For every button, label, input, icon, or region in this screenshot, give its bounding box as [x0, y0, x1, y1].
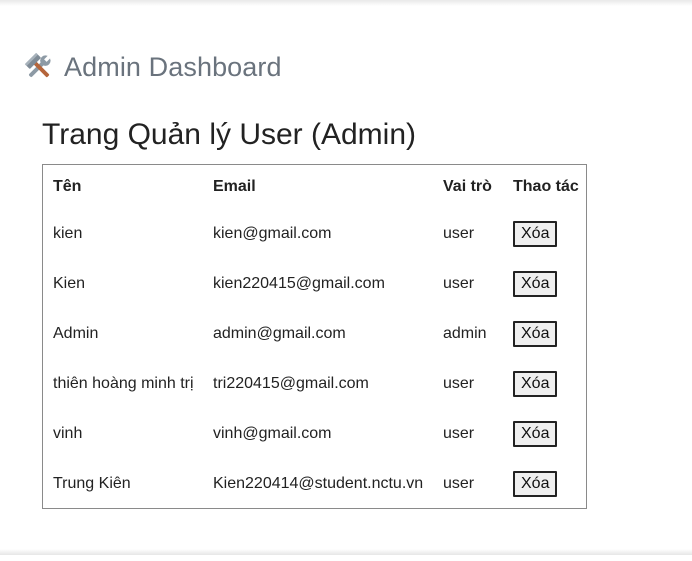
user-email-cell: tri220415@gmail.com — [213, 375, 369, 392]
table-row: kien kien@gmail.com user Xóa — [43, 209, 586, 259]
column-header-email: Email — [213, 178, 256, 195]
user-role-cell: user — [443, 425, 475, 442]
action-cell: Xóa — [503, 459, 586, 509]
delete-user-button[interactable]: Xóa — [513, 421, 558, 447]
user-email-cell: Kien220414@student.nctu.vn — [213, 475, 424, 492]
column-header-name: Tên — [53, 178, 82, 195]
user-role-cell: user — [443, 225, 475, 242]
user-name-cell: thiên hoàng minh trị — [53, 375, 194, 392]
action-cell: Xóa — [503, 409, 586, 459]
action-cell: Xóa — [503, 259, 586, 309]
dashboard-title: Admin Dashboard — [64, 51, 282, 82]
table-row: Trung Kiên Kien220414@student.nctu.vn us… — [43, 459, 586, 509]
action-cell: Xóa — [503, 309, 586, 359]
page-title: Trang Quản lý User (Admin) — [42, 118, 417, 151]
table-row: thiên hoàng minh trị tri220415@gmail.com… — [43, 359, 586, 409]
column-header-action: Thao tác — [513, 178, 579, 195]
user-role-cell: user — [443, 475, 475, 492]
table-row: Admin admin@gmail.com admin Xóa — [43, 309, 586, 359]
action-cell: Xóa — [503, 359, 586, 409]
user-table: Tên Email Vai trò Thao tác kien kien@gma… — [43, 165, 586, 509]
user-role-cell: admin — [443, 325, 487, 342]
user-role-cell: user — [443, 375, 475, 392]
user-name-cell: Kien — [53, 275, 86, 292]
user-email-cell: kien@gmail.com — [213, 225, 332, 242]
table-header-row: Tên Email Vai trò Thao tác — [43, 165, 586, 209]
dashboard-header: Admin Dashboard — [24, 50, 282, 84]
column-header-role: Vai trò — [443, 178, 492, 195]
user-email-cell: kien220415@gmail.com — [213, 275, 385, 292]
top-divider — [0, 0, 692, 6]
user-email-cell: admin@gmail.com — [213, 325, 346, 342]
table-row: vinh vinh@gmail.com user Xóa — [43, 409, 586, 459]
delete-user-button[interactable]: Xóa — [513, 221, 558, 247]
user-role-cell: user — [443, 275, 475, 292]
delete-user-button[interactable]: Xóa — [513, 271, 558, 297]
hammer-and-wrench-icon — [24, 52, 54, 82]
user-name-cell: Admin — [53, 325, 99, 342]
user-email-cell: vinh@gmail.com — [213, 425, 332, 442]
action-cell: Xóa — [503, 209, 586, 259]
user-name-cell: Trung Kiên — [53, 475, 131, 492]
table-row: Kien kien220415@gmail.com user Xóa — [43, 259, 586, 309]
delete-user-button[interactable]: Xóa — [513, 321, 558, 347]
user-name-cell: vinh — [53, 425, 83, 442]
user-table-container: Tên Email Vai trò Thao tác kien kien@gma… — [42, 164, 587, 509]
bottom-divider — [0, 549, 692, 555]
user-name-cell: kien — [53, 225, 83, 242]
delete-user-button[interactable]: Xóa — [513, 371, 558, 397]
delete-user-button[interactable]: Xóa — [513, 471, 558, 497]
